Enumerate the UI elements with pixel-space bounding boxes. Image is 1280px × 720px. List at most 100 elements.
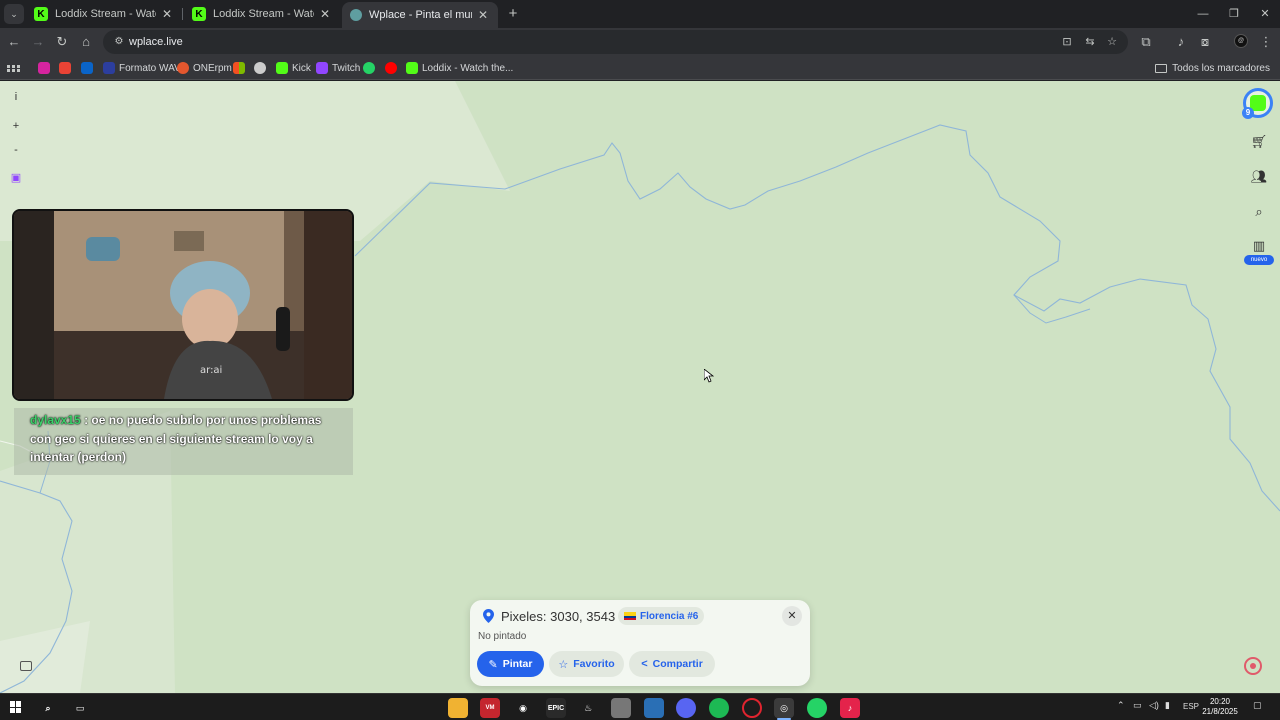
install-app-icon[interactable]: ⊡ [1058, 33, 1076, 51]
cart-icon[interactable]: 🛒︎ [1248, 131, 1270, 153]
bookmark-gmail[interactable] [59, 60, 75, 76]
twitch-icon[interactable]: ▣ [7, 169, 25, 187]
steam-icon[interactable]: ♨ [578, 698, 598, 718]
forward-icon[interactable]: → [28, 32, 48, 52]
pixel-coordinates: Pixeles: 3030, 3543 [501, 609, 616, 624]
menu-icon[interactable]: ⋮ [1256, 32, 1276, 52]
tiktok-icon[interactable]: ♪ [840, 698, 860, 718]
all-bookmarks[interactable]: Todos los marcadores [1155, 60, 1270, 76]
outlook-icon [81, 62, 93, 74]
folder-icon [1155, 63, 1168, 73]
bookmark-youtube[interactable] [385, 60, 401, 76]
clock-date: 21/8/2025 [1202, 707, 1238, 716]
level-badge: 9 [1242, 107, 1254, 119]
bookmark-loddix[interactable]: Loddix - Watch the... [406, 60, 513, 76]
tab-loddix-stream-2[interactable]: K Loddix Stream - Watch Live on ✕ [184, 2, 340, 26]
locate-icon[interactable] [1244, 657, 1262, 675]
opera-icon[interactable] [742, 698, 762, 718]
clock[interactable]: 20:20 21/8/2025 [1200, 697, 1240, 717]
windows-taskbar: ⌕ ▭ VM ◉ EPIC ♨ ◎ ♪ ⌃ ▭ ◁) ▮ ESP 20:20 2… [0, 693, 1280, 720]
avatar[interactable]: @ [1234, 34, 1248, 48]
webcam-image: ar:ai [14, 211, 352, 399]
bookmark-twitch[interactable]: Twitch [316, 60, 360, 76]
discord-icon[interactable] [676, 698, 696, 718]
tab-loddix-stream-1[interactable]: K Loddix Stream - Watch Live on ✕ [26, 2, 182, 26]
bookmark-label: Loddix - Watch the... [422, 62, 514, 74]
leaderboard-icon[interactable]: ▥ [1248, 235, 1270, 257]
extensions-icon[interactable]: ⧉ [1136, 32, 1156, 52]
location-pin-icon [483, 609, 494, 623]
epic-games-icon[interactable]: EPIC [546, 698, 566, 718]
new-tab-button[interactable]: + [504, 5, 522, 23]
kick-icon [406, 62, 418, 74]
bookmark-star-icon[interactable]: ☆ [1103, 33, 1121, 51]
bookmark-kick[interactable]: Kick [276, 60, 311, 76]
bookmark-instagram[interactable] [38, 60, 54, 76]
paint-button[interactable]: ✎ Pintar [477, 651, 544, 677]
profile-sync-icon[interactable]: ⧇ [1195, 32, 1215, 52]
favorite-button[interactable]: ☆ Favorito [549, 651, 624, 677]
bookmark-outlook[interactable] [81, 60, 97, 76]
close-tab-icon[interactable]: ✕ [318, 7, 332, 21]
search-icon[interactable]: ⌕ [38, 698, 58, 718]
task-view-icon[interactable]: ▭ [70, 698, 90, 718]
zoom-in-button[interactable]: + [7, 117, 25, 135]
close-card-button[interactable]: ✕ [782, 606, 802, 626]
tab-label: Loddix Stream - Watch Live on [213, 8, 314, 20]
volume-icon[interactable]: ◁) [1149, 700, 1159, 711]
clock-time: 20:20 [1209, 697, 1231, 706]
tab-strip: ⌄ K Loddix Stream - Watch Live on ✕ K Lo… [0, 0, 1280, 28]
whatsapp-icon[interactable] [807, 698, 827, 718]
close-tab-icon[interactable]: ✕ [160, 7, 174, 21]
bookmark-formato-wav[interactable]: Formato WAV [103, 60, 181, 76]
close-window-button[interactable]: ✕ [1250, 4, 1280, 24]
app-shield-icon[interactable] [644, 698, 664, 718]
chrome-icon[interactable]: ◎ [774, 698, 794, 718]
zoom-out-button[interactable]: - [7, 141, 25, 159]
reload-icon[interactable]: ↻ [52, 32, 72, 52]
spotify-icon[interactable] [709, 698, 729, 718]
tab-label: Wplace - Pinta el mundo [369, 9, 472, 21]
bookmark-label: Kick [292, 62, 311, 74]
file-explorer-icon[interactable] [448, 698, 468, 718]
chat-separator: : [84, 413, 89, 427]
windows-start-icon[interactable] [10, 701, 22, 713]
search-map-icon[interactable]: ⌕ [1248, 201, 1270, 223]
network-icon[interactable]: ▭ [1133, 700, 1142, 711]
colombia-flag-icon [624, 612, 636, 620]
microphone-icon[interactable]: ▮ [1165, 700, 1170, 711]
info-button[interactable]: i [7, 88, 25, 106]
address-bar[interactable]: ⚙ wplace.live ⊡ ⇆ ☆ [103, 30, 1128, 54]
favorite-label: Favorito [573, 658, 615, 670]
home-icon[interactable]: ⌂ [76, 32, 96, 52]
restore-button[interactable]: ❐ [1219, 4, 1249, 24]
apps-icon[interactable] [7, 60, 21, 76]
media-icon[interactable]: ♪ [1171, 32, 1191, 52]
chatgpt-icon [254, 62, 266, 74]
bookmarks-bar: Formato WAV ONErpm Kick Twitch Loddix - … [0, 56, 1280, 80]
minecraft-icon[interactable] [611, 698, 631, 718]
wav-icon [103, 62, 115, 74]
language-indicator[interactable]: ESP [1183, 702, 1199, 711]
layers-icon[interactable] [20, 661, 32, 671]
share-button[interactable]: < Compartir [629, 651, 715, 677]
translate-icon[interactable]: ⇆ [1081, 33, 1099, 51]
bookmark-microsoft[interactable] [233, 60, 249, 76]
chat-username: dylavx15 [30, 413, 81, 427]
tray-chevron-icon[interactable]: ⌃ [1117, 700, 1125, 711]
bookmark-onerpm[interactable]: ONErpm [177, 60, 232, 76]
voicemeeter-icon[interactable]: VM [480, 698, 500, 718]
bookmark-whatsapp[interactable] [363, 60, 379, 76]
tab-search-button[interactable]: ⌄ [4, 4, 24, 24]
site-info-icon[interactable]: ⚙ [111, 34, 127, 50]
region-badge[interactable]: Florencia #6 [618, 607, 705, 625]
obs-icon[interactable]: ◉ [513, 698, 533, 718]
minimize-button[interactable]: — [1188, 4, 1218, 24]
close-tab-icon[interactable]: ✕ [476, 8, 490, 22]
bookmark-chatgpt[interactable] [254, 60, 270, 76]
notifications-icon[interactable]: ▢ [1253, 700, 1262, 711]
tab-wplace[interactable]: Wplace - Pinta el mundo ✕ [342, 2, 498, 28]
map-viewport[interactable]: i + - ▣ 9 🛒︎ 👥︎ ⌕ ▥ nuevo ar:ai dylavx15… [0, 81, 1280, 693]
back-icon[interactable]: ← [4, 32, 24, 52]
alliance-icon[interactable]: 👥︎ [1248, 166, 1270, 188]
